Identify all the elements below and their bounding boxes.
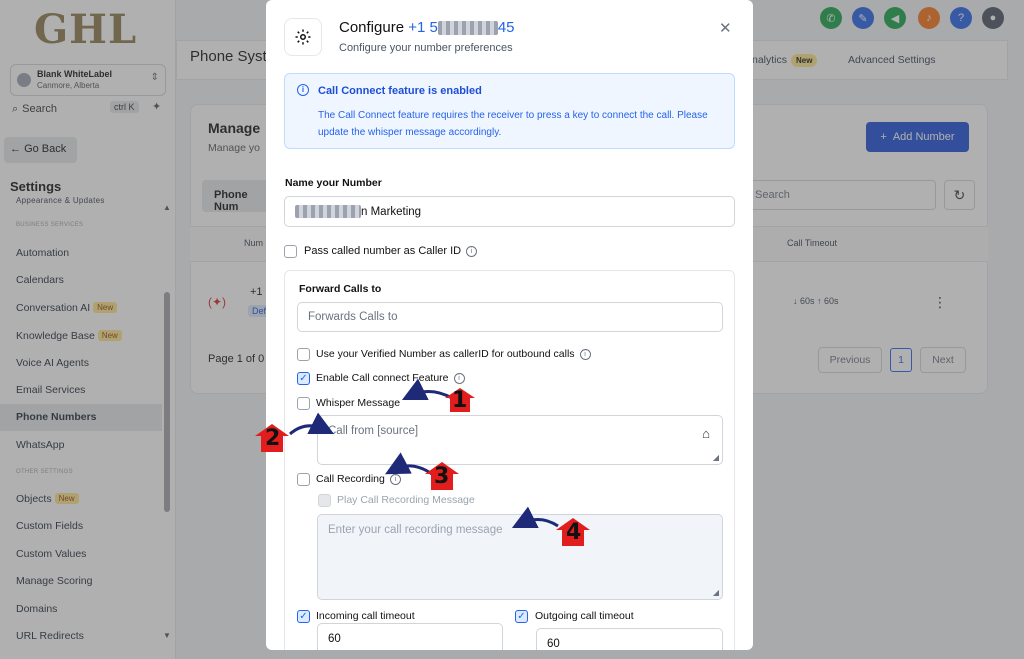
annotation-label-4: 4 <box>566 520 582 545</box>
annotation-label-1: 1 <box>452 388 468 413</box>
annotation-label-2: 2 <box>265 426 281 451</box>
annotation-arrow-4 <box>511 506 559 529</box>
annotation-layer <box>255 378 590 546</box>
annotation-arrow-2 <box>289 412 335 436</box>
annotation-arrow-3 <box>385 452 433 476</box>
annotation-arrow-1 <box>401 378 453 401</box>
annotation-label-3: 3 <box>434 464 450 489</box>
